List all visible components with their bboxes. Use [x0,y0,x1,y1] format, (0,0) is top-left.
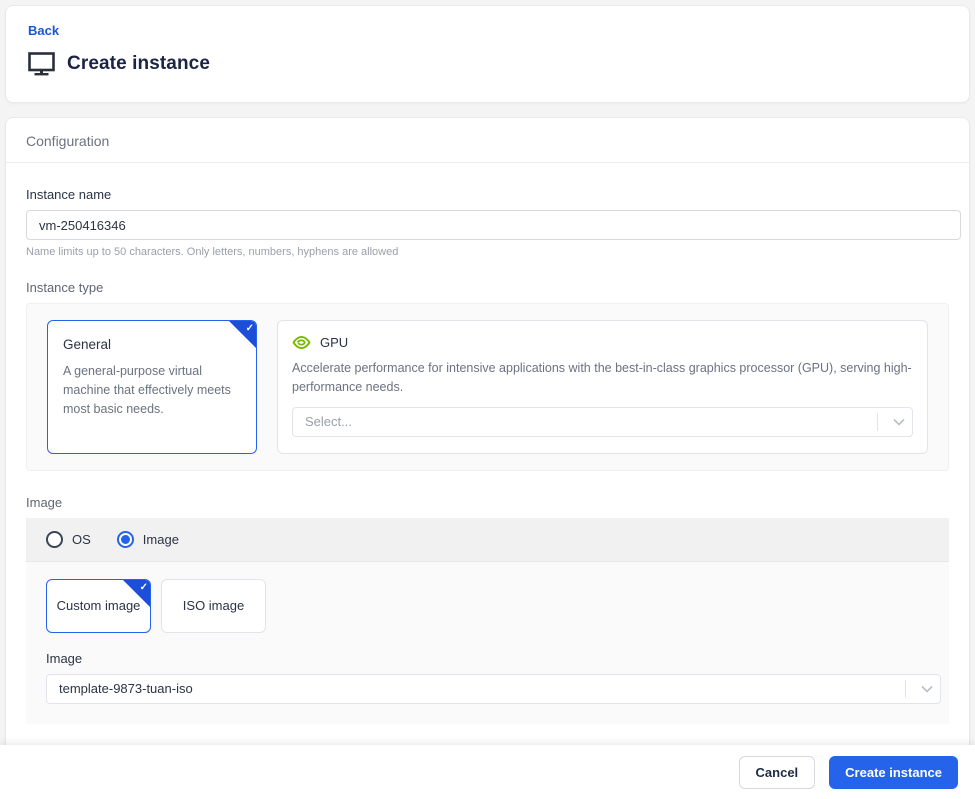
gpu-select-placeholder: Select... [305,414,352,429]
image-subpanel: ✓ Custom image ISO image Image template-… [26,560,949,724]
selected-check-icon: ✓ [123,579,150,607]
general-card-title: General [63,337,112,352]
instance-type-panel: ✓ General A general-purpose virtual mach… [26,303,949,471]
instance-type-label: Instance type [26,280,104,295]
gpu-card-title: GPU [320,335,349,350]
monitor-icon [28,52,55,76]
create-instance-button[interactable]: Create instance [829,755,958,789]
image-field-label: Image [46,650,83,666]
gpu-card-description: Accelerate performance for intensive app… [292,361,912,394]
image-select-value: template-9873-tuan-iso [59,681,193,696]
chevron-down-icon [914,685,940,693]
image-select[interactable]: template-9873-tuan-iso [46,673,941,704]
radio-image[interactable]: Image [116,530,179,548]
radio-os-label: OS [72,531,91,547]
iso-image-label: ISO image [182,598,245,613]
image-source-radio-group: OS Image [26,517,949,561]
selected-check-icon: ✓ [229,321,256,348]
radio-circle-icon [46,530,63,548]
image-kind-card-iso[interactable]: ISO image [161,578,266,633]
footer-action-bar: Cancel Create instance [0,745,975,799]
configuration-section-title: Configuration [6,118,969,163]
chevron-down-icon [886,418,912,426]
instance-type-card-general[interactable]: ✓ General A general-purpose virtual mach… [47,320,257,454]
instance-type-card-gpu[interactable]: GPU Accelerate performance for intensive… [277,320,928,454]
back-link[interactable]: Back [28,23,59,38]
radio-circle-checked-icon [116,530,134,548]
page-title: Create instance [67,53,211,74]
select-divider [877,412,878,431]
select-divider [905,679,906,698]
instance-name-helper: Name limits up to 50 characters. Only le… [26,246,399,258]
page-header: Back Create instance [5,5,970,103]
general-card-description: A general-purpose virtual machine that e… [63,364,231,416]
instance-name-label: Instance name [26,187,112,202]
gpu-select[interactable]: Select... [292,406,913,437]
radio-os[interactable]: OS [46,530,91,548]
radio-image-label: Image [142,531,179,547]
image-section-label: Image [26,494,63,510]
instance-name-input[interactable] [26,210,961,240]
cancel-button[interactable]: Cancel [738,755,816,789]
nvidia-logo-icon [292,335,311,350]
image-kind-card-custom[interactable]: ✓ Custom image [46,578,151,633]
configuration-card: Configuration Instance name Name limits … [5,117,970,799]
